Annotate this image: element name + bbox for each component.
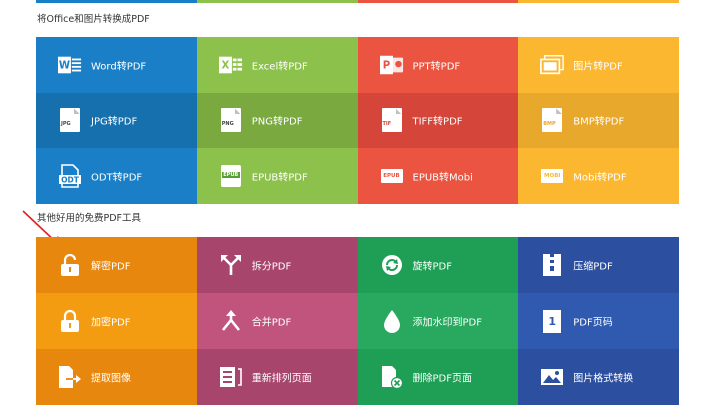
- tile-label: BMP转PDF: [573, 116, 625, 128]
- mobi-badge-icon: MOBI: [540, 164, 564, 188]
- tile-bmp-to-pdf[interactable]: BMP BMP转PDF: [518, 92, 679, 149]
- tile-label: 图片格式转换: [573, 373, 634, 385]
- tile-image-format-convert[interactable]: 图片格式转换: [518, 349, 679, 405]
- svg-text:P: P: [382, 60, 390, 71]
- office-converter-grid: W Word转PDF X Excel转PDF P PPT转PDF 图片转PDF …: [36, 37, 679, 204]
- tile-reorder-pages[interactable]: 重新排列页面: [196, 349, 358, 405]
- jpg-file-icon: JPG: [58, 108, 82, 133]
- tile-label: 重新排列页面: [251, 373, 312, 385]
- merge-icon: [219, 309, 243, 333]
- tile-label: ODT转PDF: [91, 172, 143, 184]
- tile-jpg-to-pdf[interactable]: JPG JPG转PDF: [36, 92, 197, 149]
- tile-label: 提取图像: [91, 373, 131, 385]
- tile-image-to-pdf[interactable]: 图片转PDF: [518, 37, 679, 93]
- section-title-office: 将Office和图片转换成PDF: [37, 14, 150, 25]
- tile-odt-to-pdf[interactable]: ODT ODT转PDF: [36, 148, 197, 204]
- tile-compress-pdf[interactable]: 压缩PDF: [518, 237, 679, 293]
- tile-label: 合并PDF: [251, 317, 292, 329]
- svg-text:W: W: [59, 60, 70, 71]
- tile-extract-images[interactable]: 提取图像: [36, 349, 197, 405]
- section-title-tools: 其他好用的免费PDF工具: [37, 213, 142, 224]
- epub-badge-icon: EPUB: [380, 164, 404, 188]
- rotate-icon: [380, 253, 404, 277]
- bmp-file-icon: BMP: [540, 108, 564, 133]
- word-icon: W: [58, 53, 82, 77]
- tile-rotate-pdf[interactable]: 旋转PDF: [357, 237, 519, 293]
- tile-label: 加密PDF: [91, 317, 131, 329]
- tile-merge-pdf[interactable]: 合并PDF: [196, 293, 358, 349]
- tile-label: PDF页码: [573, 317, 613, 329]
- tile-label: Word转PDF: [91, 61, 147, 73]
- tile-label: Excel转PDF: [251, 61, 308, 73]
- excel-icon: X: [218, 53, 243, 77]
- tile-label: 压缩PDF: [573, 261, 613, 273]
- tile-pdf-page-number[interactable]: 1 PDF页码: [518, 293, 679, 349]
- tile-label: 图片转PDF: [573, 61, 623, 73]
- svg-text:ODT: ODT: [61, 175, 80, 184]
- tile-word-to-pdf[interactable]: W Word转PDF: [36, 37, 197, 93]
- tile-tiff-to-pdf[interactable]: TIF TIFF转PDF: [357, 92, 519, 149]
- tile-label: PNG转PDF: [251, 116, 303, 128]
- tiff-file-icon: TIF: [380, 108, 404, 133]
- split-icon: [219, 253, 243, 277]
- tile-label: 添加水印到PDF: [412, 317, 482, 329]
- png-file-icon: PNG: [219, 108, 243, 133]
- ppt-icon: P: [379, 53, 404, 77]
- image-stack-icon: [540, 53, 565, 77]
- compress-icon: [540, 253, 564, 277]
- tile-epub-to-mobi[interactable]: EPUB EPUB转Mobi: [357, 148, 519, 204]
- tile-decrypt-pdf[interactable]: 解密PDF: [36, 237, 197, 293]
- tile-watermark-pdf[interactable]: 添加水印到PDF: [357, 293, 519, 349]
- image-convert-icon: [540, 365, 564, 389]
- tile-mobi-to-pdf[interactable]: MOBI Mobi转PDF: [518, 148, 679, 204]
- unlock-icon: [58, 253, 82, 277]
- svg-text:X: X: [221, 60, 229, 71]
- pdf-tools-grid: 解密PDF 拆分PDF 旋转PDF 压缩PDF 加密PDF 合并PDF 添加水印…: [36, 237, 679, 405]
- previous-row-strip: [36, 0, 679, 3]
- lock-icon: [58, 309, 82, 333]
- tile-label: Mobi转PDF: [573, 172, 627, 184]
- tile-encrypt-pdf[interactable]: 加密PDF: [36, 293, 197, 349]
- tile-label: PPT转PDF: [412, 61, 461, 73]
- tile-png-to-pdf[interactable]: PNG PNG转PDF: [196, 92, 358, 149]
- delete-page-icon: [380, 365, 404, 389]
- tile-label: 拆分PDF: [251, 261, 292, 273]
- tile-split-pdf[interactable]: 拆分PDF: [196, 237, 358, 293]
- tile-delete-pdf-pages[interactable]: 删除PDF页面: [357, 349, 519, 405]
- tile-label: EPUB转Mobi: [412, 172, 473, 184]
- odt-file-icon: ODT: [58, 164, 82, 188]
- water-drop-icon: [380, 309, 404, 333]
- tile-label: 解密PDF: [91, 261, 131, 273]
- tile-ppt-to-pdf[interactable]: P PPT转PDF: [357, 37, 519, 93]
- page-number-icon: 1: [540, 309, 564, 333]
- tile-label: 旋转PDF: [412, 261, 452, 273]
- tile-excel-to-pdf[interactable]: X Excel转PDF: [196, 37, 358, 93]
- reorder-icon: [219, 365, 243, 389]
- tile-epub-to-pdf[interactable]: EPUB EPUB转PDF: [196, 148, 358, 204]
- tile-label: TIFF转PDF: [412, 116, 463, 128]
- epub-icon: EPUB: [219, 164, 243, 188]
- extract-icon: [58, 365, 82, 389]
- tile-label: 删除PDF页面: [412, 373, 472, 385]
- tile-label: JPG转PDF: [91, 116, 138, 128]
- tile-label: EPUB转PDF: [251, 172, 308, 184]
